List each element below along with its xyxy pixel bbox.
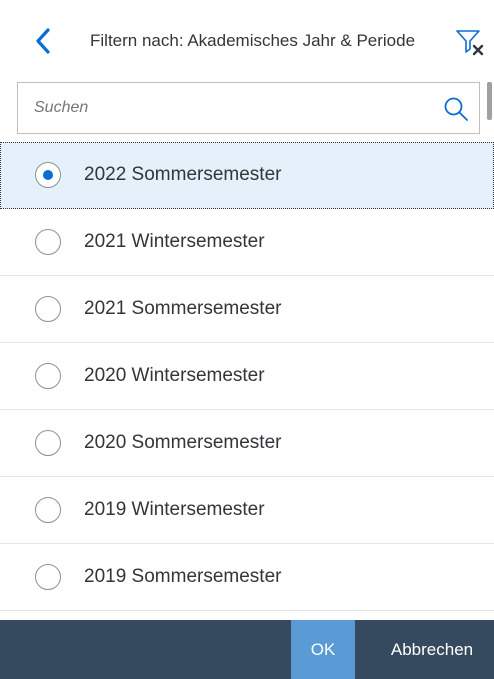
radio-button[interactable]: [35, 296, 61, 322]
dialog-title: Filtern nach: Akademisches Jahr & Period…: [90, 31, 416, 50]
list-item-label: 2019 Sommersemester: [84, 566, 282, 587]
list-item-label: 2022 Sommersemester: [84, 164, 282, 185]
list-item-label: 2021 Wintersemester: [84, 231, 265, 252]
semester-list: 2022 Sommersemester 2021 Wintersemester …: [0, 142, 494, 611]
list-item[interactable]: 2021 Wintersemester: [0, 209, 494, 276]
list-item[interactable]: 2019 Wintersemester: [0, 477, 494, 544]
list-item-label: 2020 Sommersemester: [84, 432, 282, 453]
search-icon[interactable]: [442, 95, 470, 123]
list-item[interactable]: 2020 Wintersemester: [0, 343, 494, 410]
list-item-label: 2019 Wintersemester: [84, 499, 265, 520]
radio-button[interactable]: [35, 229, 61, 255]
radio-button[interactable]: [35, 564, 61, 590]
list-item[interactable]: 2022 Sommersemester: [0, 142, 494, 209]
radio-button[interactable]: [35, 430, 61, 456]
list-item[interactable]: 2021 Sommersemester: [0, 276, 494, 343]
list-item[interactable]: 2020 Sommersemester: [0, 410, 494, 477]
radio-button[interactable]: [35, 497, 61, 523]
dialog-footer: OK Abbrechen: [0, 620, 494, 679]
clear-filter-button[interactable]: [452, 24, 488, 60]
radio-button[interactable]: [35, 162, 61, 188]
filter-clear-icon: [456, 30, 484, 56]
search-input[interactable]: [34, 83, 434, 133]
radio-selected-dot: [43, 170, 53, 180]
ok-button[interactable]: OK: [291, 620, 355, 679]
list-item-label: 2021 Sommersemester: [84, 298, 282, 319]
radio-button[interactable]: [35, 363, 61, 389]
back-button[interactable]: [30, 26, 56, 56]
list-item-label: 2020 Wintersemester: [84, 365, 265, 386]
scrollbar-thumb[interactable]: [487, 82, 492, 120]
search-field: [17, 82, 480, 134]
dialog-header: Filtern nach: Akademisches Jahr & Period…: [0, 0, 494, 80]
list-item[interactable]: 2019 Sommersemester: [0, 544, 494, 611]
cancel-button[interactable]: Abbrechen: [372, 620, 492, 679]
chevron-left-icon: [36, 28, 50, 54]
